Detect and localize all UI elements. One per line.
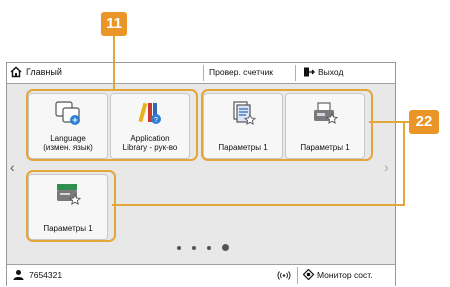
callout-group-b-outline-secondary	[26, 170, 116, 242]
callout-group-a-outline	[26, 89, 198, 161]
user-info: 7654321	[13, 269, 62, 280]
page-dot	[192, 245, 196, 250]
callout-badge-a: 11	[101, 12, 127, 36]
callout-a-connector	[113, 35, 115, 90]
logout-button[interactable]: Выход	[303, 66, 343, 78]
callout-badge-b: 22	[409, 110, 439, 134]
next-page-arrow[interactable]: ›	[384, 159, 389, 175]
callout-group-b-outline	[201, 89, 373, 161]
page-dot	[207, 245, 211, 250]
wireless-icon	[277, 271, 291, 280]
home-label: Главный	[26, 67, 62, 77]
logout-label: Выход	[318, 67, 344, 77]
status-monitor-icon	[303, 269, 314, 280]
status-monitor-button[interactable]: Монитор сост.	[303, 269, 373, 280]
callout-b-connector	[112, 204, 405, 206]
topbar-divider	[295, 65, 296, 81]
bottom-bar: 7654321 Монитор сост.	[7, 264, 395, 286]
user-id: 7654321	[29, 269, 63, 280]
callout-b-connector	[403, 121, 405, 206]
home-icon	[10, 66, 22, 78]
home-button[interactable]: Главный	[10, 66, 62, 78]
topbar-divider	[203, 65, 204, 81]
status-monitor-label: Монитор сост.	[317, 269, 373, 280]
page-dot	[177, 245, 181, 250]
bottombar-divider	[297, 267, 298, 284]
check-counter-button[interactable]: Провер. счетчик	[209, 67, 273, 77]
page-indicator	[177, 244, 229, 251]
previous-page-arrow[interactable]: ‹	[10, 159, 15, 175]
page-dot-active	[222, 244, 229, 251]
user-icon	[13, 270, 24, 280]
top-bar: Главный Провер. счетчик Выход	[7, 63, 395, 84]
logout-icon	[304, 67, 315, 77]
